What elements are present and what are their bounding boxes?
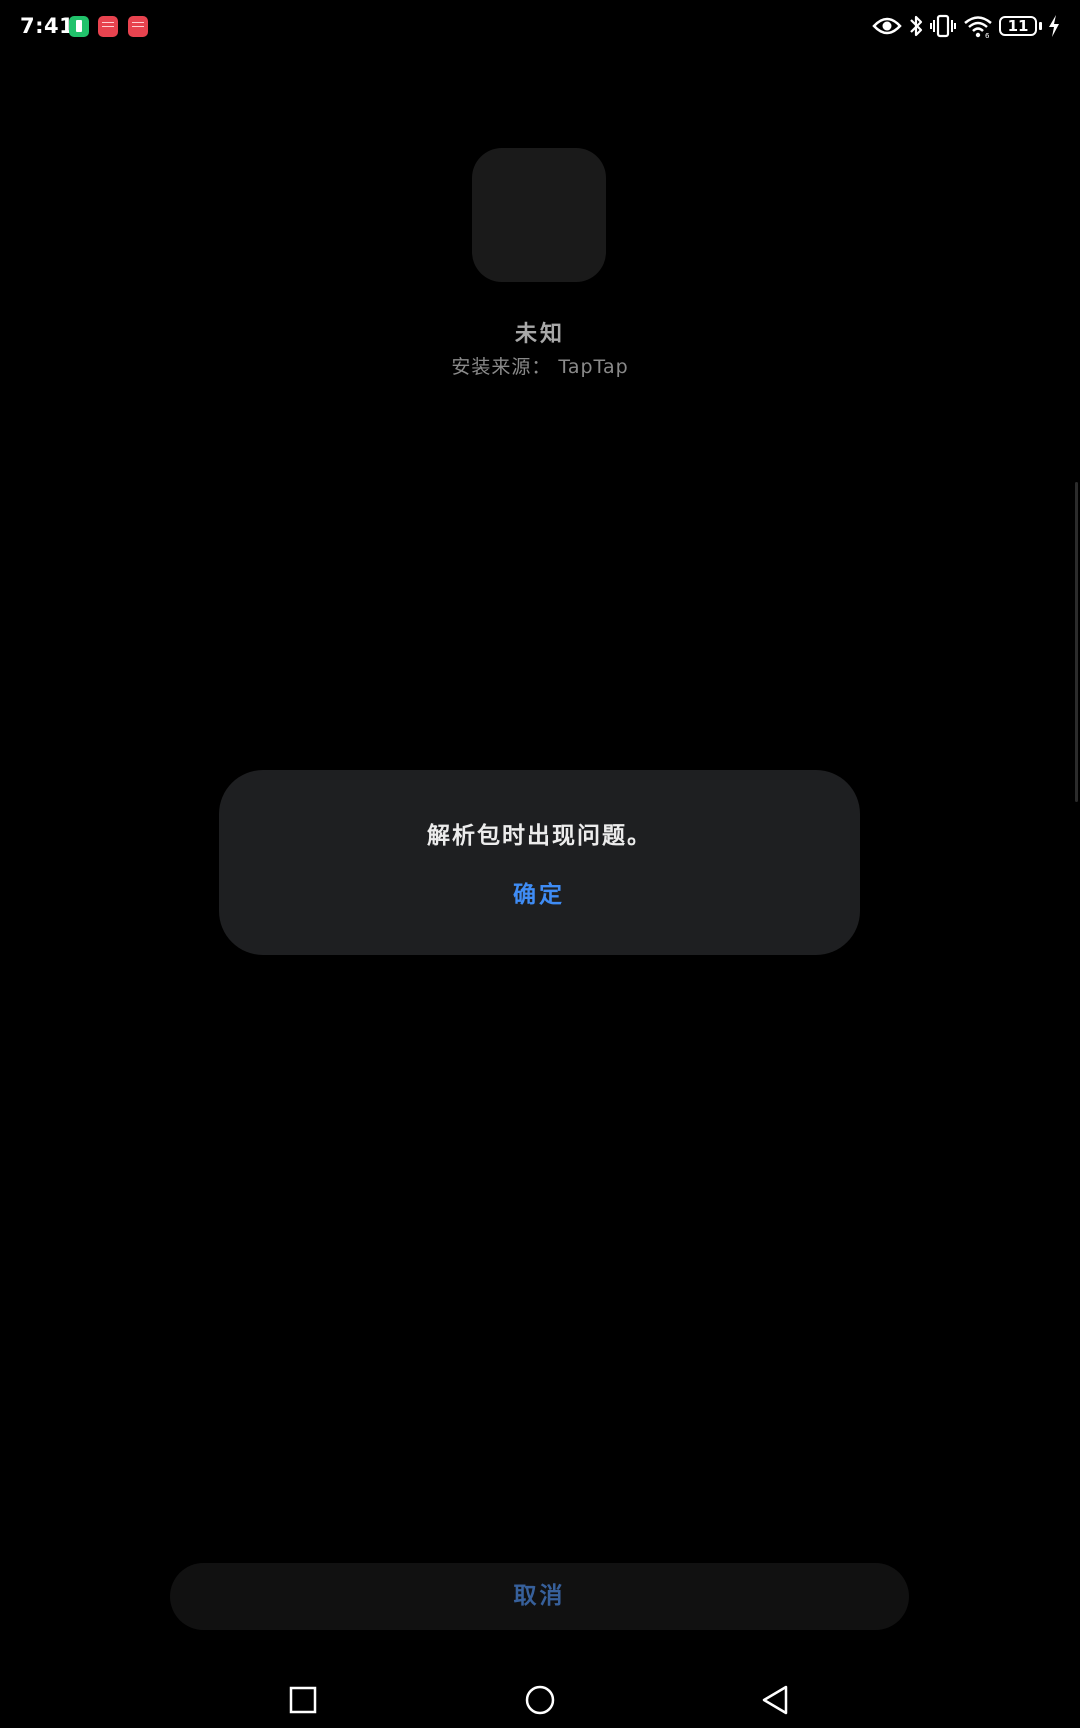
svg-text:6: 6 xyxy=(985,32,990,38)
edge-scroll-indicator xyxy=(1075,482,1078,802)
eye-icon xyxy=(872,17,902,35)
install-source: 安装来源： TapTap xyxy=(451,356,629,378)
battery-app-notification-icon xyxy=(69,16,89,37)
red-app-notification-icon xyxy=(98,16,118,37)
cancel-button[interactable]: 取消 xyxy=(170,1563,909,1630)
back-icon[interactable] xyxy=(756,1680,796,1720)
red-app-notification-icon xyxy=(128,16,148,37)
app-icon-placeholder xyxy=(472,148,606,282)
app-name: 未知 xyxy=(514,322,565,347)
dialog-message: 解析包时出现问题。 xyxy=(427,823,652,849)
battery-tip xyxy=(1039,22,1042,30)
recent-apps-icon[interactable] xyxy=(283,1680,323,1720)
bluetooth-icon xyxy=(910,15,923,37)
wifi-icon: 6 xyxy=(964,16,992,38)
vibrate-icon xyxy=(930,14,956,38)
confirm-button[interactable]: 确定 xyxy=(439,870,639,920)
status-bar: 7:41 6 11 xyxy=(0,0,1080,56)
battery-icon: 11 xyxy=(999,16,1037,36)
battery-level: 11 xyxy=(1007,17,1029,35)
charging-icon xyxy=(1049,15,1059,37)
status-time: 7:41 xyxy=(20,14,75,38)
home-icon[interactable] xyxy=(520,1680,560,1720)
error-dialog: 解析包时出现问题。 确定 xyxy=(219,770,860,955)
